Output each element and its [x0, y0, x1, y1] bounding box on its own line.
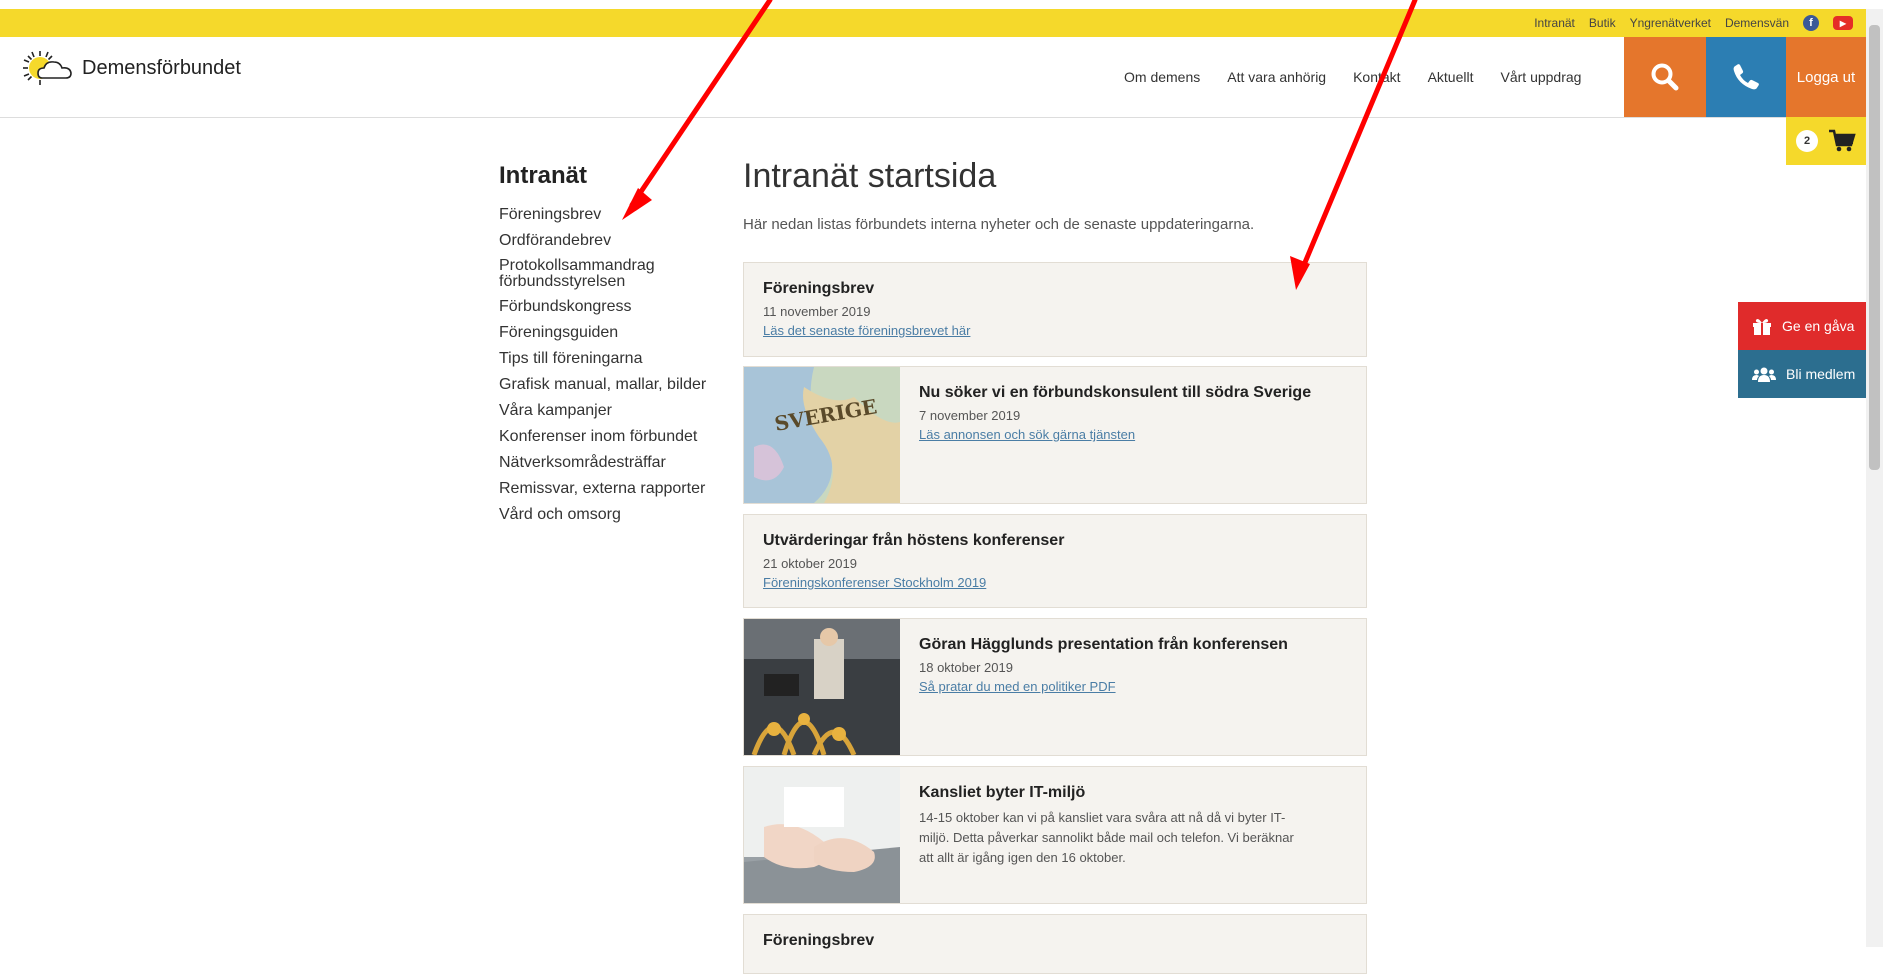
annotation-arrows [622, 0, 1418, 290]
arrow-head-left [622, 188, 652, 220]
